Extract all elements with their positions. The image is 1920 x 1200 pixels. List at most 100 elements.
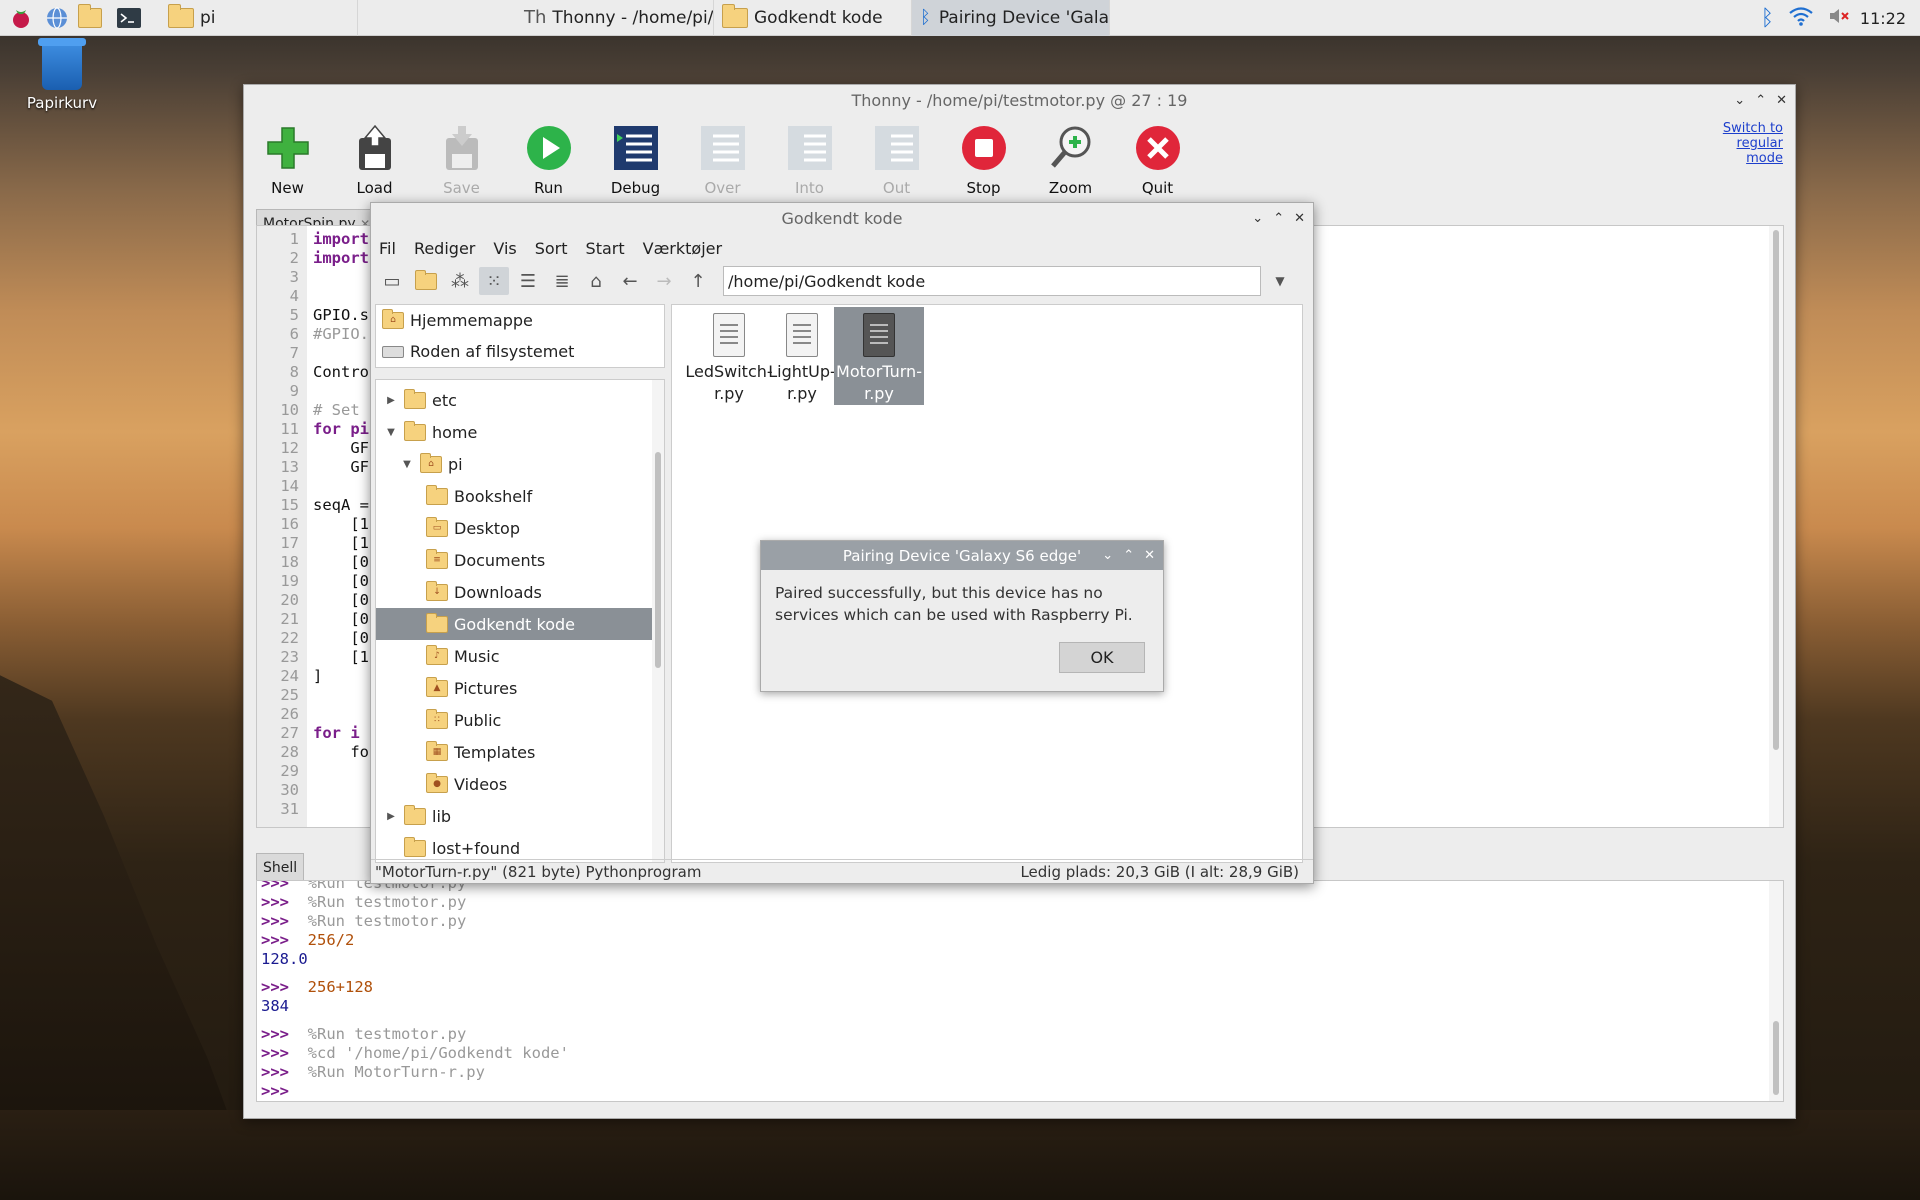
step-into-button[interactable]: Into (766, 119, 853, 199)
save-button[interactable]: Save (418, 119, 505, 199)
list-view-icon[interactable]: ≣ (547, 267, 577, 295)
minimize-icon[interactable]: ⌄ (1734, 93, 1745, 108)
stop-button[interactable]: Stop (940, 119, 1027, 199)
file-manager-titlebar[interactable]: Godkendt kode ⌄ ⌃ ✕ (371, 203, 1313, 233)
scrollbar-thumb[interactable] (655, 452, 661, 668)
close-icon[interactable]: ✕ (1144, 548, 1155, 563)
close-icon[interactable]: ✕ (1294, 211, 1305, 226)
menu-rediger[interactable]: Rediger (414, 239, 475, 258)
line-number: 2 (289, 249, 299, 267)
desktop-trash[interactable]: Papirkurv (22, 38, 102, 112)
maximize-icon[interactable]: ⌃ (1273, 211, 1284, 226)
shell-line: >>> %Run testmotor.py (257, 893, 569, 912)
raspberry-menu-icon[interactable] (6, 3, 36, 33)
tree-item-public[interactable]: ∷ Public (376, 704, 664, 736)
tree-item-videos[interactable]: ● Videos (376, 768, 664, 800)
thumbnail-view-icon[interactable]: ⁙ (479, 267, 509, 295)
run-button[interactable]: Run (505, 119, 592, 199)
expander-icon[interactable]: ▶ (384, 811, 398, 822)
python-file-icon (863, 313, 895, 357)
tree-scrollbar[interactable] (652, 380, 664, 862)
menu-fil[interactable]: Fil (379, 239, 396, 258)
maximize-icon[interactable]: ⌃ (1755, 93, 1766, 108)
folder-icon: ♪ (426, 644, 448, 665)
shell-panel[interactable]: >>> %Run testmotor.py >>> %Run testmotor.… (256, 880, 1784, 1102)
step-out-button[interactable]: Out (853, 119, 940, 199)
tree-item-downloads[interactable]: ↓ Downloads (376, 576, 664, 608)
back-icon[interactable]: ← (615, 267, 645, 295)
path-input[interactable]: /home/pi/Godkendt kode (723, 266, 1261, 296)
tool-label: Save (443, 179, 480, 197)
quit-button[interactable]: Quit (1114, 119, 1201, 199)
ok-button[interactable]: OK (1059, 642, 1145, 673)
wifi-icon[interactable] (1788, 5, 1814, 31)
new-window-icon[interactable]: ▭ (377, 267, 407, 295)
scrollbar-thumb[interactable] (1773, 1021, 1779, 1095)
shell-tab[interactable]: Shell (256, 853, 305, 880)
tree-item-pi[interactable]: ▼ ⌂ pi (376, 448, 664, 480)
bluetooth-icon[interactable]: ᛒ (1761, 6, 1774, 31)
message-line: Paired successfully, but this device has… (775, 584, 1103, 602)
tree-item-desktop[interactable]: ▭ Desktop (376, 512, 664, 544)
place-label: Roden af filsystemet (410, 342, 575, 361)
place-home[interactable]: ⌂ Hjemmemappe (376, 305, 664, 336)
tree-item-etc[interactable]: ▶ etc (376, 384, 664, 416)
icon-view-icon[interactable]: ⁂ (445, 267, 475, 295)
tree-item-music[interactable]: ♪ Music (376, 640, 664, 672)
status-free-space: Ledig plads: 20,3 GiB (I alt: 28,9 GiB) (1020, 862, 1299, 881)
menu-vis[interactable]: Vis (493, 239, 516, 258)
shell-scrollbar[interactable] (1769, 881, 1783, 1101)
terminal-icon[interactable] (114, 3, 144, 33)
thonny-titlebar[interactable]: Thonny - /home/pi/testmotor.py @ 27 : 19… (244, 85, 1795, 115)
place-root[interactable]: Roden af filsystemet (376, 336, 664, 367)
up-icon[interactable]: ↑ (683, 267, 713, 295)
switch-to-regular-mode-link[interactable]: Switch to regular mode (1723, 121, 1783, 166)
shell-prompt: >>> (261, 1063, 299, 1081)
menu-start[interactable]: Start (586, 239, 625, 258)
file-manager-icon[interactable] (78, 3, 108, 33)
home-icon[interactable]: ⌂ (581, 267, 611, 295)
maximize-icon[interactable]: ⌃ (1123, 548, 1134, 563)
load-button[interactable]: Load (331, 119, 418, 199)
browser-icon[interactable] (42, 3, 72, 33)
dialog-titlebar[interactable]: Pairing Device 'Galaxy S6 edge' ⌄ ⌃ ✕ (761, 541, 1163, 570)
new-folder-icon[interactable] (411, 267, 441, 295)
task-thonny[interactable]: ThThonny - /home/pi/t... (516, 0, 714, 36)
python-file-icon (786, 313, 818, 357)
forward-icon[interactable]: → (649, 267, 679, 295)
zoom-button[interactable]: Zoom (1027, 119, 1114, 199)
task-pairing-device[interactable]: ᛒ Pairing Device 'Galax... (912, 0, 1110, 36)
scrollbar-thumb[interactable] (1773, 230, 1779, 750)
places-panel: ⌂ Hjemmemappe Roden af filsystemet (375, 304, 665, 368)
tree-item-templates[interactable]: ▦ Templates (376, 736, 664, 768)
editor-scrollbar[interactable] (1769, 226, 1783, 827)
directory-tree[interactable]: ▶ etc ▼ home ▼ ⌂ pi Bookshelf ▭ Desktop ≡ Documents… (375, 379, 665, 863)
run-icon (524, 123, 574, 173)
minimize-icon[interactable]: ⌄ (1102, 548, 1113, 563)
minimize-icon[interactable]: ⌄ (1252, 211, 1263, 226)
step-over-button[interactable]: Over (679, 119, 766, 199)
expander-icon[interactable]: ▼ (400, 459, 414, 470)
file-item[interactable]: MotorTurn-r.py (834, 307, 924, 405)
clock[interactable]: 11:22 (1860, 9, 1906, 28)
file-item[interactable]: LightUp-r.py (760, 307, 844, 405)
task-godkendt-kode[interactable]: Godkendt kode (714, 0, 912, 36)
menu-vaerktojer[interactable]: Værktøjer (643, 239, 722, 258)
path-dropdown-icon[interactable]: ▼ (1265, 267, 1295, 295)
tree-item-pictures[interactable]: ▲ Pictures (376, 672, 664, 704)
menu-sort[interactable]: Sort (535, 239, 568, 258)
tree-item-home[interactable]: ▼ home (376, 416, 664, 448)
debug-button[interactable]: Debug (592, 119, 679, 199)
new-button[interactable]: New (244, 119, 331, 199)
tree-item-bookshelf[interactable]: Bookshelf (376, 480, 664, 512)
close-icon[interactable]: ✕ (1776, 93, 1787, 108)
compact-view-icon[interactable]: ☰ (513, 267, 543, 295)
expander-icon[interactable]: ▼ (384, 427, 398, 438)
tree-item-godkendt-kode[interactable]: Godkendt kode (376, 608, 664, 640)
task-pi[interactable]: pi (160, 0, 358, 36)
tree-item-documents[interactable]: ≡ Documents (376, 544, 664, 576)
pairing-dialog: Pairing Device 'Galaxy S6 edge' ⌄ ⌃ ✕ Pa… (760, 540, 1164, 692)
volume-muted-icon[interactable] (1828, 6, 1850, 30)
tree-item-lib[interactable]: ▶ lib (376, 800, 664, 832)
expander-icon[interactable]: ▶ (384, 395, 398, 406)
